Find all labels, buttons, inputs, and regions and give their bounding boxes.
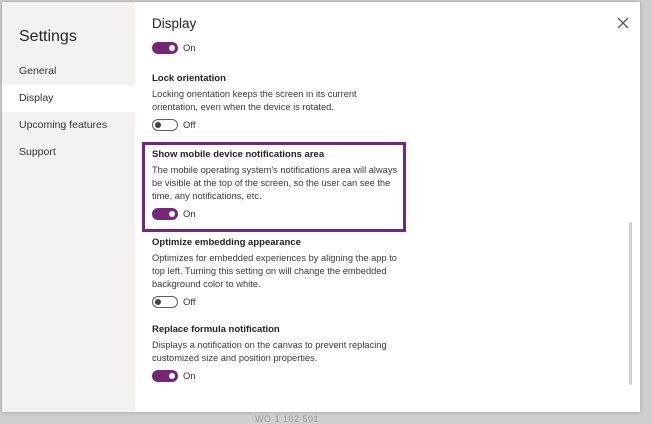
toggle-knob — [155, 299, 161, 305]
sidebar-item-label: General — [19, 65, 57, 77]
setting-title: Lock orientation — [152, 73, 226, 84]
optimize-embedding-toggle[interactable] — [152, 296, 178, 308]
setting-show-notifications-area: Show mobile device notifications area Th… — [152, 149, 404, 220]
sidebar-item-label: Support — [19, 146, 56, 158]
setting-description: Displays a notification on the canvas to… — [152, 340, 387, 363]
setting-lock-orientation: Lock orientation Locking orientation kee… — [152, 73, 404, 131]
toggle-row: Off — [152, 296, 404, 308]
toggle-row: On — [152, 370, 404, 382]
sidebar-item-label: Display — [19, 92, 54, 104]
sidebar-item-label: Upcoming features — [19, 119, 108, 131]
setting-replace-formula-notification: Replace formula notification Displays a … — [152, 324, 404, 382]
setting-title: Optimize embedding appearance — [152, 237, 301, 248]
top-toggle-switch[interactable] — [152, 42, 178, 54]
sidebar-title: Settings — [19, 28, 77, 45]
toggle-knob — [169, 211, 175, 217]
sidebar-item-support[interactable]: Support — [2, 139, 135, 166]
sidebar-item-general[interactable]: General — [2, 58, 135, 85]
setting-description: Locking orientation keeps the screen in … — [152, 89, 357, 112]
setting-optimize-embedding: Optimize embedding appearance Optimizes … — [152, 237, 404, 308]
toggle-state-label: On — [183, 370, 196, 382]
toggle-row: On — [152, 208, 404, 220]
toggle-row: Off — [152, 119, 404, 131]
sidebar-item-display[interactable]: Display — [2, 85, 135, 112]
settings-dialog: Settings General Display Upcoming featur… — [2, 2, 640, 412]
setting-description: The mobile operating system's notificati… — [152, 165, 398, 201]
toggle-knob — [169, 45, 175, 51]
lock-orientation-toggle[interactable] — [152, 119, 178, 131]
toggle-state-label: Off — [183, 296, 196, 308]
toggle-knob — [155, 122, 161, 128]
toggle-row: On — [152, 42, 404, 54]
page-title: Display — [152, 16, 197, 31]
settings-sidebar: Settings General Display Upcoming featur… — [2, 2, 135, 412]
scrollbar-thumb[interactable] — [629, 222, 632, 385]
setting-title: Replace formula notification — [152, 324, 280, 335]
sidebar-item-upcoming-features[interactable]: Upcoming features — [2, 112, 135, 139]
replace-formula-toggle[interactable] — [152, 370, 178, 382]
toggle-knob — [169, 373, 175, 379]
top-toggle-setting: On — [152, 42, 404, 54]
setting-description: Optimizes for embedded experiences by al… — [152, 253, 397, 289]
show-notifications-toggle[interactable] — [152, 208, 178, 220]
close-icon — [617, 17, 629, 29]
sidebar-nav: General Display Upcoming features Suppor… — [2, 58, 135, 166]
toggle-state-label: On — [183, 208, 196, 220]
setting-title: Show mobile device notifications area — [152, 149, 325, 160]
toggle-state-label: On — [183, 42, 196, 54]
close-button[interactable] — [616, 16, 630, 30]
toggle-state-label: Off — [183, 119, 196, 131]
settings-content: Display On Lock orientation Locking orie… — [135, 2, 640, 412]
